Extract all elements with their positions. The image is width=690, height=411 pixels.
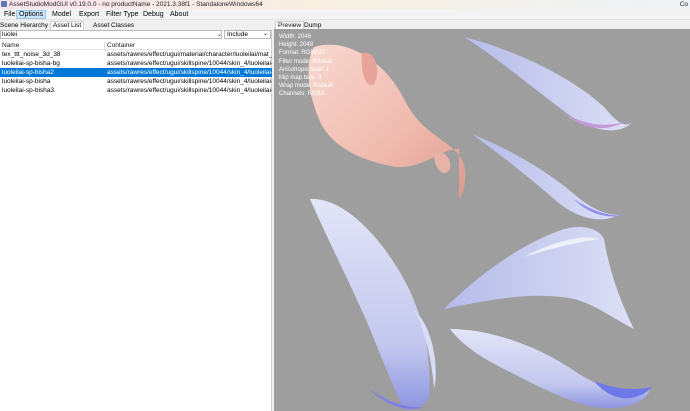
filter-mode-select[interactable]: Include ⌄ — [224, 30, 271, 39]
app-icon — [1, 1, 7, 7]
filter-row: ⌄ Include ⌄ — [0, 30, 272, 40]
info-channels: Channels: RGBA — [279, 91, 325, 98]
menu-file[interactable]: File — [2, 10, 17, 19]
menu-filter-type[interactable]: Filter Type — [104, 10, 141, 19]
info-wrap-mode: Wrap mode: Repeat — [279, 83, 333, 90]
menu-debug[interactable]: Debug — [141, 10, 166, 19]
column-container-header[interactable]: Container — [107, 41, 135, 50]
table-row[interactable]: luoleilai-sp-bisha-bg assets/rawres/effe… — [0, 59, 272, 68]
info-mipmap-bias: Mip map bias: 0 — [279, 75, 322, 82]
preview-pane: Preview Dump Width: 2048 Height: 2048 Fo… — [274, 20, 690, 411]
row-container: assets/rawres/effect/ugui/skillspine/100… — [107, 78, 272, 85]
row-name: luoleilai-sp-bisha-bg — [2, 60, 60, 67]
window-title: AssetStudioModGUI v0.19.0.0 - no product… — [9, 1, 263, 8]
table-row-selected[interactable]: luoleilai-sp-bisha2 assets/rawres/effect… — [0, 68, 272, 77]
menu-about[interactable]: About — [168, 10, 190, 19]
info-filter-mode: Filter mode: Bilinear — [279, 58, 333, 65]
table-row[interactable]: luoleilai-sp-bisha3 assets/rawres/effect… — [0, 86, 272, 95]
row-container: assets/rawres/effect/ugui/material/chara… — [107, 51, 272, 58]
tab-asset-classes[interactable]: Asset Classes — [91, 21, 136, 30]
menu-export[interactable]: Export — [77, 10, 101, 19]
column-name-header[interactable]: Name — [2, 41, 19, 50]
table-header: Name Container — [0, 41, 272, 50]
info-height: Height: 2048 — [279, 42, 314, 49]
table-row[interactable]: tex_ttt_noise_3d_38 assets/rawres/effect… — [0, 50, 272, 59]
texture-preview[interactable]: Width: 2048 Height: 2048 Format: RGBA32 … — [274, 29, 690, 411]
info-anisotropic: Anisotropic level: 1 — [279, 66, 330, 73]
column-divider[interactable] — [104, 42, 105, 49]
row-container: assets/rawres/effect/ugui/skillspine/100… — [107, 60, 272, 67]
info-width: Width: 2048 — [279, 34, 312, 40]
tab-scene-hierarchy[interactable]: Scene Hierarchy — [0, 21, 50, 30]
titlebar-fragment: Co — [679, 1, 688, 8]
left-tabs: Scene Hierarchy Asset List Asset Classes — [0, 20, 272, 30]
dropdown-arrow-icon[interactable]: ⌄ — [217, 31, 222, 38]
window-titlebar: AssetStudioModGUI v0.19.0.0 - no product… — [0, 0, 690, 9]
texture-image — [308, 37, 652, 410]
tab-asset-list[interactable]: Asset List — [50, 21, 85, 30]
row-container: assets/rawres/effect/ugui/skillspine/100… — [107, 69, 272, 76]
filter-input[interactable] — [0, 30, 222, 39]
dropdown-arrow-icon: ⌄ — [262, 31, 268, 37]
row-name: luoleilai-sp-bisha — [2, 78, 51, 85]
row-container: assets/rawres/effect/ugui/skillspine/100… — [107, 87, 272, 94]
table-row[interactable]: luoleilai-sp-bisha assets/rawres/effect/… — [0, 77, 272, 86]
menu-options[interactable]: Options — [16, 10, 47, 19]
info-format: Format: RGBA32 — [279, 50, 326, 57]
row-name: luoleilai-sp-bisha2 — [2, 69, 55, 76]
menu-model[interactable]: Model — [50, 10, 73, 19]
row-name: luoleilai-sp-bisha3 — [2, 87, 55, 94]
row-name: tex_ttt_noise_3d_38 — [2, 51, 61, 58]
right-tabs: Preview Dump — [274, 20, 690, 30]
filter-mode-value: Include — [227, 31, 248, 38]
menu-bar: File Options Model Export Filter Type De… — [0, 9, 690, 20]
asset-list-pane: Scene Hierarchy Asset List Asset Classes… — [0, 20, 272, 411]
texture-info: Width: 2048 Height: 2048 Format: RGBA32 … — [279, 33, 333, 99]
